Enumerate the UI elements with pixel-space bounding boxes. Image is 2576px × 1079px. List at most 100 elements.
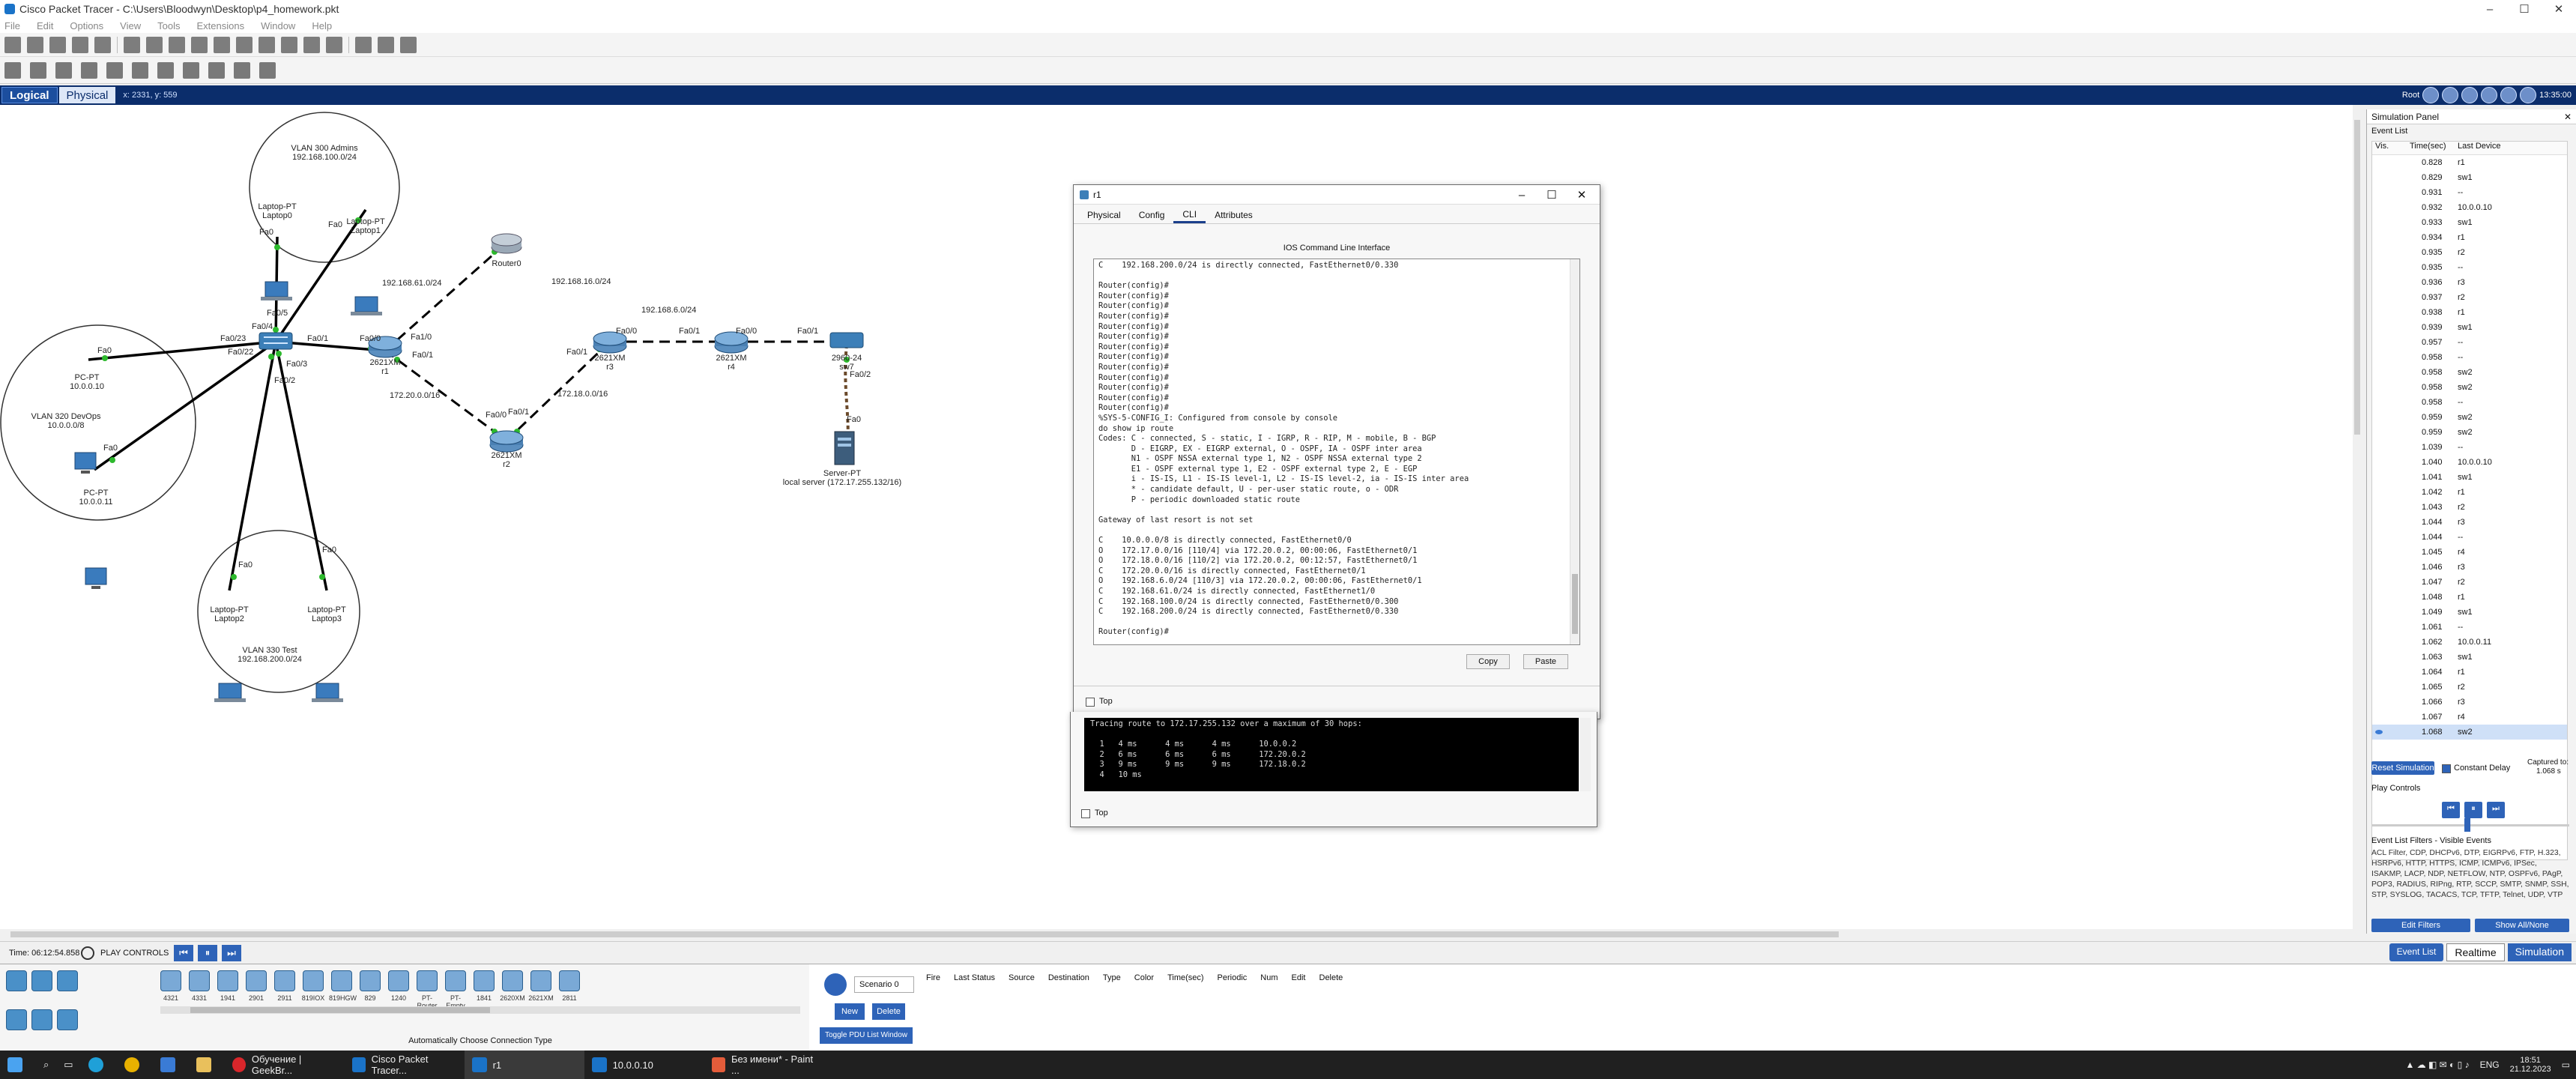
pdu-icon[interactable] (400, 36, 417, 53)
minimize-button[interactable]: – (2473, 0, 2507, 18)
taskbar-clock[interactable]: 18:51 21.12.2023 (2510, 1056, 2551, 1074)
inspect-icon[interactable] (30, 61, 46, 79)
event-row[interactable]: 0.939 sw1 (2372, 320, 2567, 335)
event-row[interactable]: 0.829 sw1 (2372, 170, 2567, 185)
back-button[interactable]: ⏮ (174, 945, 193, 961)
save-icon[interactable] (49, 36, 66, 53)
undo-icon[interactable] (191, 36, 208, 53)
event-row[interactable]: 1.044 -- (2372, 530, 2567, 545)
event-list-table[interactable]: Vis. Time(sec) Last Device 0.828 r1 0.829 s… (2371, 141, 2568, 860)
search-icon[interactable]: ⌕ (36, 1051, 56, 1079)
router-model-icon[interactable] (530, 970, 551, 991)
zoom-reset-icon[interactable] (258, 36, 275, 53)
top-checkbox[interactable] (1086, 698, 1095, 707)
event-row[interactable]: 0.957 -- (2372, 335, 2567, 350)
menu-options[interactable]: Options (70, 20, 103, 31)
forward-button[interactable]: ⏭ (222, 945, 241, 961)
event-row[interactable]: 0.935 r2 (2372, 245, 2567, 260)
close-panel-icon[interactable]: ✕ (2564, 109, 2572, 124)
router-model-icon[interactable] (189, 970, 210, 991)
zoom-out-icon[interactable] (281, 36, 297, 53)
taskbar-r1[interactable]: r1 (464, 1051, 584, 1079)
router-model-icon[interactable] (303, 970, 324, 991)
event-row[interactable]: 1.064 r1 (2372, 665, 2567, 680)
event-row[interactable]: 1.061 -- (2372, 620, 2567, 635)
freeform-icon[interactable] (208, 61, 225, 79)
event-row[interactable]: 0.934 r1 (2372, 230, 2567, 245)
router-model-icon[interactable] (160, 970, 181, 991)
menu-help[interactable]: Help (312, 20, 332, 31)
python-icon[interactable] (355, 36, 372, 53)
task-view-icon[interactable]: ▭ (56, 1051, 80, 1079)
event-row[interactable]: 0.932 10.0.0.10 (2372, 200, 2567, 215)
pinned-app-icon[interactable] (153, 1051, 189, 1079)
open-file-icon[interactable] (27, 36, 43, 53)
tab-physical[interactable]: Physical (1078, 207, 1130, 223)
place-note-icon[interactable] (106, 61, 123, 79)
workspace-horizontal-scrollbar[interactable] (0, 929, 2360, 940)
new-cluster-icon[interactable] (2442, 87, 2459, 103)
zoom-in-icon[interactable] (236, 36, 253, 53)
notifications-icon[interactable]: ▭ (2562, 1060, 2570, 1070)
back-icon[interactable] (2422, 87, 2440, 103)
router-model-icon[interactable] (360, 970, 381, 991)
reset-simulation-button[interactable]: Reset Simulation (2371, 761, 2434, 775)
device-scrollbar[interactable] (160, 1006, 800, 1014)
event-row[interactable]: 1.066 r3 (2372, 695, 2567, 710)
taskbar-opera[interactable]: Обучение | GeekBr... (225, 1051, 345, 1079)
network-info-icon[interactable] (124, 36, 140, 53)
top-checkbox[interactable] (1081, 809, 1090, 818)
router-model-icon[interactable] (559, 970, 580, 991)
event-row[interactable]: 0.958 -- (2372, 395, 2567, 410)
taskbar-paint[interactable]: Без имени* - Paint ... (704, 1051, 824, 1079)
pause-button[interactable]: ⏸ (2464, 802, 2482, 818)
event-row[interactable]: 0.959 sw2 (2372, 425, 2567, 440)
menu-window[interactable]: Window (261, 20, 295, 31)
cli-scrollbar[interactable] (1570, 259, 1579, 644)
workspace-vertical-scrollbar[interactable] (2353, 105, 2362, 929)
print-icon[interactable] (72, 36, 88, 53)
pdu-info-icon[interactable] (824, 973, 847, 996)
redo-icon[interactable] (214, 36, 230, 53)
menu-edit[interactable]: Edit (37, 20, 53, 31)
system-tray-icons[interactable]: ▲ ☁ ◧ ✉ ◐ ▯ ♪ (2405, 1060, 2469, 1070)
event-row[interactable]: 1.063 sw1 (2372, 650, 2567, 665)
paste-button[interactable]: Paste (1523, 654, 1568, 669)
event-row[interactable]: 0.938 r1 (2372, 305, 2567, 320)
taskbar-packet-tracer[interactable]: Cisco Packet Tracer... (345, 1051, 465, 1079)
event-row[interactable]: 0.958 -- (2372, 350, 2567, 365)
custom-device-icon[interactable] (326, 36, 342, 53)
show-all-none-button[interactable]: Show All/None (2475, 919, 2569, 932)
event-row[interactable]: 1.039 -- (2372, 440, 2567, 455)
maximize-button[interactable]: ☐ (1537, 185, 1567, 205)
edit-filters-button[interactable]: Edit Filters (2371, 919, 2470, 932)
event-row[interactable]: 1.044 r3 (2372, 515, 2567, 530)
router-model-icon[interactable] (502, 970, 523, 991)
new-file-icon[interactable] (4, 36, 21, 53)
router-model-icon[interactable] (474, 970, 495, 991)
paste-icon[interactable] (169, 36, 185, 53)
menu-view[interactable]: View (120, 20, 141, 31)
event-row[interactable]: 1.065 r2 (2372, 680, 2567, 695)
start-icon[interactable] (0, 1051, 36, 1079)
copy-button[interactable]: Copy (1466, 654, 1510, 669)
tab-cli[interactable]: CLI (1173, 207, 1206, 223)
drawing-palette-icon[interactable] (303, 36, 320, 53)
event-row[interactable]: 1.040 10.0.0.10 (2372, 455, 2567, 470)
event-row[interactable]: 1.047 r2 (2372, 575, 2567, 590)
event-row[interactable]: 0.959 sw2 (2372, 410, 2567, 425)
add-simple-pdu-icon[interactable] (234, 61, 250, 79)
event-list-button[interactable]: Event List (2389, 943, 2444, 961)
cli-terminal[interactable]: C 192.168.200.0/24 is directly connected… (1093, 259, 1580, 645)
event-row[interactable]: 0.958 sw2 (2372, 365, 2567, 380)
router-model-icon[interactable] (246, 970, 267, 991)
physical-tab[interactable]: Physical (58, 87, 116, 103)
draw-rectangle-icon[interactable] (157, 61, 174, 79)
router-model-icon[interactable] (388, 970, 409, 991)
router-model-icon[interactable] (274, 970, 295, 991)
taskbar-pc[interactable]: 10.0.0.10 (584, 1051, 704, 1079)
event-row[interactable]: 0.937 r2 (2372, 290, 2567, 305)
network-devices-icon[interactable] (6, 970, 27, 991)
set-background-icon[interactable] (2481, 87, 2498, 103)
misc-icon[interactable] (31, 1009, 52, 1030)
